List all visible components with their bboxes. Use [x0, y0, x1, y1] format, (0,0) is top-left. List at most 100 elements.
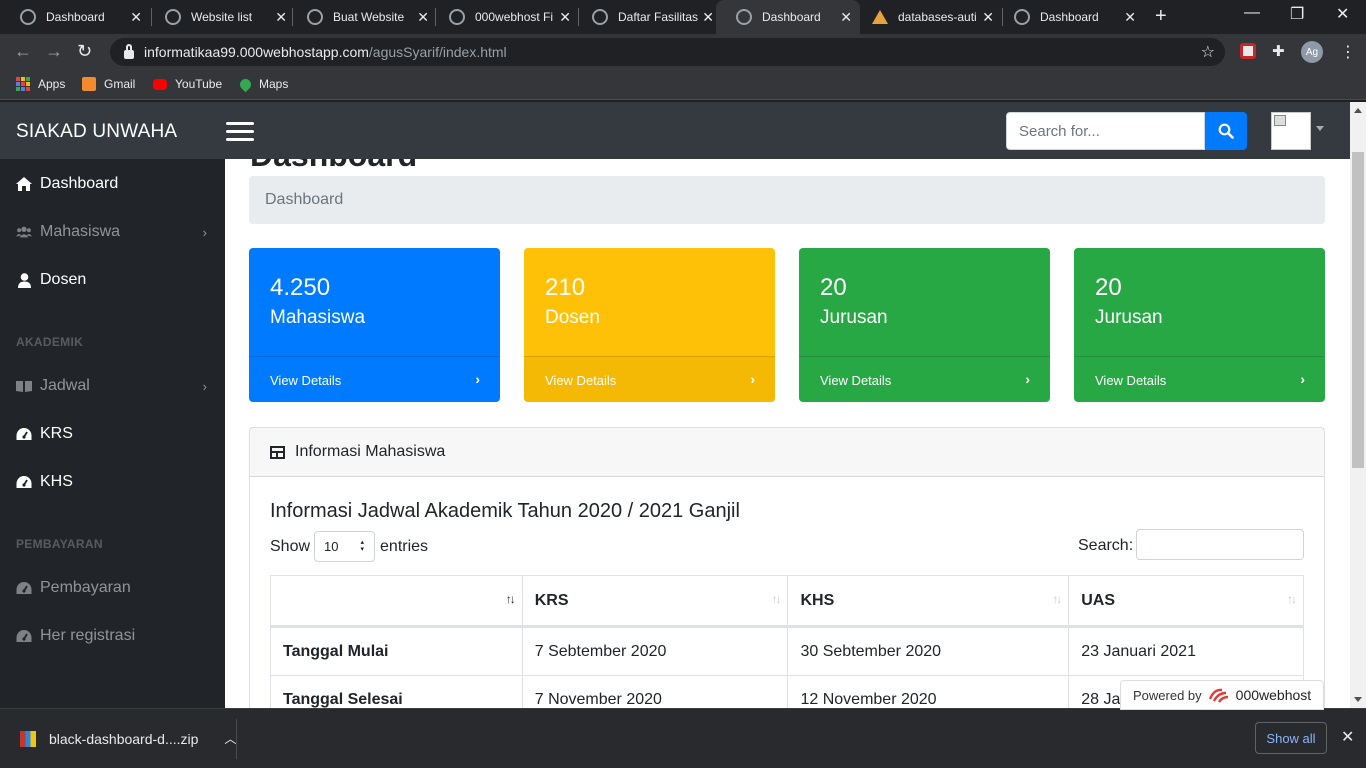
globe-icon: [165, 9, 181, 25]
table-search-input[interactable]: [1136, 529, 1304, 560]
user-avatar-image[interactable]: [1271, 112, 1311, 150]
informasi-mahasiswa-panel: Informasi Mahasiswa Informasi Jadwal Aka…: [249, 427, 1325, 708]
scroll-up-icon[interactable]: [1354, 108, 1362, 113]
view-details-link[interactable]: View Details ›: [1074, 356, 1325, 402]
000webhost-logo-icon: [1208, 688, 1228, 703]
close-tab-icon[interactable]: ✕: [275, 9, 287, 26]
globe-icon: [1014, 9, 1030, 25]
download-item[interactable]: black-dashboard-d....zip ︿: [20, 730, 236, 747]
address-bar[interactable]: informatikaa99.000webhostapp.com /agusSy…: [110, 38, 1225, 66]
menu-kebab-icon[interactable]: ⋮: [1340, 42, 1356, 62]
maximize-icon[interactable]: ❐: [1290, 4, 1304, 24]
bookmark-apps[interactable]: Apps: [16, 77, 65, 91]
browser-tab-active[interactable]: Dashboard ✕: [716, 0, 860, 34]
sidebar-item-pembayaran[interactable]: Pembayaran: [16, 579, 211, 597]
brand-title[interactable]: SIAKAD UNWAHA: [16, 121, 177, 143]
browser-tab[interactable]: 000webhost Fi ✕: [429, 0, 579, 34]
apps-grid-icon: [16, 77, 30, 91]
chevron-up-icon[interactable]: ︿: [224, 730, 236, 747]
bookmark-label: YouTube: [175, 77, 223, 91]
minimize-icon[interactable]: —: [1244, 4, 1260, 22]
globe-icon: [307, 9, 323, 25]
table-search-label: Search:: [1078, 537, 1134, 554]
profile-avatar[interactable]: Ag: [1301, 41, 1323, 63]
users-icon: [16, 226, 32, 238]
sidebar-item-krs[interactable]: KRS: [16, 425, 211, 443]
sidebar-toggle-icon[interactable]: [226, 122, 254, 146]
browser-tab[interactable]: Dashboard ✕: [994, 0, 1144, 34]
sidebar-heading-akademik: AKADEMIK: [16, 335, 84, 349]
column-header-krs[interactable]: KRS ↑↓: [521, 575, 789, 628]
bookmark-label: Maps: [259, 77, 289, 91]
sidebar-item-khs[interactable]: KHS: [16, 473, 211, 491]
browser-tab[interactable]: Dashboard ✕: [0, 0, 150, 34]
extension-icon[interactable]: [1240, 43, 1256, 59]
column-header-uas[interactable]: UAS ↑↓: [1068, 575, 1304, 628]
stat-card-dosen: 210 Dosen View Details ›: [524, 248, 775, 402]
view-details-link[interactable]: View Details ›: [524, 356, 775, 402]
forward-icon[interactable]: →: [45, 41, 63, 62]
entries-label: entries: [380, 537, 429, 555]
zip-archive-icon: [20, 730, 36, 747]
tab-title: Buat Website: [333, 10, 405, 24]
bookmark-maps[interactable]: Maps: [237, 76, 289, 92]
sidebar-item-dosen[interactable]: Dosen: [16, 271, 211, 289]
tab-title: databases-auti: [898, 10, 977, 24]
entries-select[interactable]: 10: [314, 531, 376, 562]
close-tab-icon[interactable]: ✕: [982, 9, 994, 26]
sort-icon: ↑↓: [1052, 592, 1062, 606]
back-icon[interactable]: ←: [14, 41, 32, 62]
scrollbar-thumb[interactable]: [1352, 152, 1364, 468]
sidebar-item-mahasiswa[interactable]: Mahasiswa ›: [16, 223, 211, 241]
sort-icon: ↑↓: [771, 592, 781, 606]
scroll-down-icon[interactable]: [1354, 697, 1362, 702]
tachometer-icon: [16, 581, 32, 595]
globe-icon: [449, 9, 465, 25]
sidebar-item-jadwal[interactable]: Jadwal ›: [16, 377, 211, 395]
close-tab-icon[interactable]: ✕: [130, 9, 142, 26]
table-icon: [270, 445, 285, 459]
view-details-link[interactable]: View Details ›: [799, 356, 1050, 402]
search-input[interactable]: [1006, 112, 1205, 150]
user-dropdown-caret-icon[interactable]: [1316, 126, 1324, 131]
sidebar-item-label: KRS: [40, 425, 73, 442]
sidebar-item-dashboard[interactable]: Dashboard: [16, 175, 211, 193]
breadcrumb: Dashboard: [249, 176, 1325, 224]
show-all-button[interactable]: Show all: [1255, 722, 1327, 754]
globe-icon: [736, 9, 752, 25]
powered-by-label: Powered by: [1133, 687, 1202, 703]
page-scrollbar[interactable]: [1350, 102, 1366, 708]
sidebar-item-label: Her registrasi: [40, 627, 136, 644]
close-tab-icon[interactable]: ✕: [1124, 9, 1136, 26]
table-cell: Tanggal Mulai: [270, 626, 523, 676]
close-window-icon[interactable]: ✕: [1336, 4, 1349, 24]
chevron-right-icon: ›: [750, 371, 755, 387]
browser-tab[interactable]: databases-auti ✕: [852, 0, 1002, 34]
new-tab-icon[interactable]: +: [1155, 5, 1167, 28]
stat-card-jurusan: 20 Jurusan View Details ›: [799, 248, 1050, 402]
close-tab-icon[interactable]: ✕: [417, 9, 429, 26]
reload-icon[interactable]: ↻: [77, 41, 92, 62]
bookmark-youtube[interactable]: YouTube: [153, 77, 222, 91]
bookmark-star-icon[interactable]: ☆: [1201, 42, 1215, 62]
browser-tab[interactable]: Website list ✕: [145, 0, 295, 34]
column-header-khs[interactable]: KHS ↑↓: [787, 575, 1070, 628]
view-details-link[interactable]: View Details ›: [249, 356, 500, 402]
tab-title: Daftar Fasilitas: [618, 10, 699, 24]
sidebar-item-her-registrasi[interactable]: Her registrasi: [16, 627, 211, 645]
puzzle-icon[interactable]: ✚: [1272, 42, 1288, 60]
powered-by-badge[interactable]: Powered by 000webhost: [1120, 680, 1324, 710]
browser-tab[interactable]: Daftar Fasilitas ✕: [572, 0, 722, 34]
close-tab-icon[interactable]: ✕: [702, 9, 714, 26]
chevron-right-icon: ›: [475, 371, 480, 387]
sort-icon: ↑↓: [1287, 592, 1297, 606]
close-shelf-icon[interactable]: ✕: [1341, 727, 1354, 747]
column-header[interactable]: ↑↓: [270, 575, 523, 628]
panel-title: Informasi Mahasiswa: [295, 443, 446, 460]
browser-tab[interactable]: Buat Website ✕: [287, 0, 437, 34]
close-tab-icon[interactable]: ✕: [559, 9, 571, 26]
sort-icon: ↑↓: [505, 592, 516, 606]
search-button[interactable]: [1205, 112, 1247, 150]
close-tab-icon[interactable]: ✕: [840, 9, 852, 26]
bookmark-gmail[interactable]: Gmail: [82, 77, 135, 91]
